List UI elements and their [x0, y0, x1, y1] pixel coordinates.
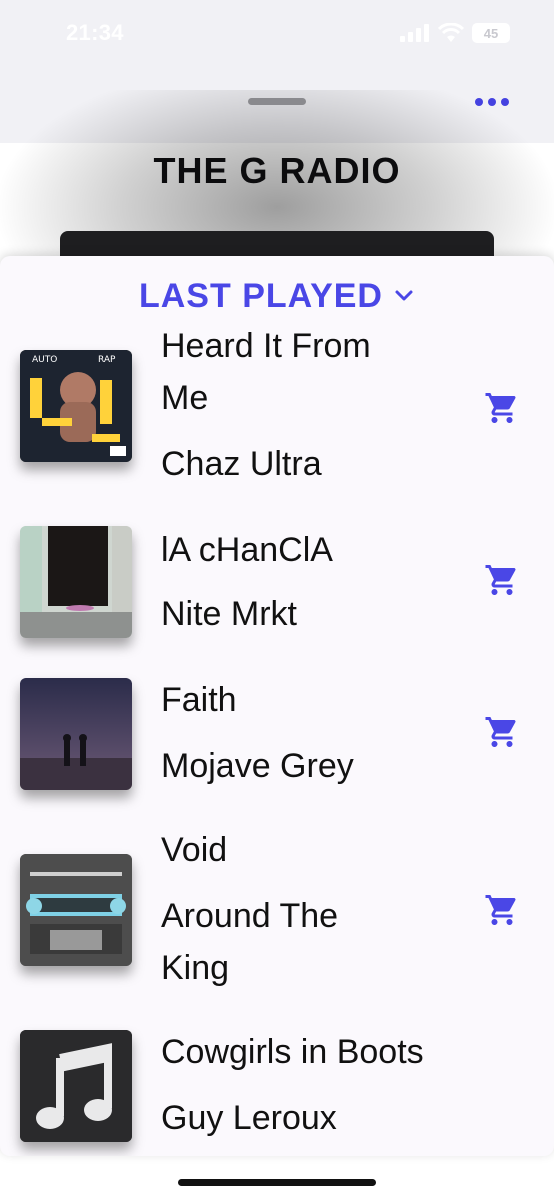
cart-icon[interactable] — [484, 892, 520, 928]
wifi-icon — [438, 23, 464, 42]
cart-icon[interactable] — [484, 562, 520, 598]
more-options-icon[interactable] — [472, 90, 512, 114]
track-title: Cowgirls in Boots — [161, 1033, 424, 1071]
status-time: 21:34 — [66, 20, 124, 45]
cart-icon[interactable] — [484, 390, 520, 426]
track-title: Void — [161, 831, 228, 869]
battery-icon: 45 — [472, 23, 510, 43]
track-artist: Mojave Grey — [161, 747, 354, 785]
cellular-signal-icon — [400, 24, 429, 42]
track-artist: Around The King — [161, 897, 339, 987]
album-cover — [20, 854, 132, 966]
list-item[interactable]: lA cHanClA Nite Mrkt — [0, 520, 554, 640]
status-icons: 45 — [400, 22, 510, 44]
list-item[interactable]: AUTO RAP Heard It From Me Chaz Ultra — [0, 320, 554, 490]
track-title: Faith — [161, 681, 237, 719]
chevron-down-icon — [395, 290, 413, 301]
svg-text:RAP: RAP — [98, 355, 116, 365]
list-item[interactable]: Faith Mojave Grey — [0, 674, 554, 794]
track-artist: Guy Leroux — [161, 1099, 337, 1137]
music-note-icon — [20, 1030, 132, 1142]
track-artist: Chaz Ultra — [161, 445, 322, 483]
station-title: THE G RADIO — [153, 150, 401, 191]
svg-text:AUTO: AUTO — [32, 355, 57, 365]
track-artist: Nite Mrkt — [161, 595, 297, 633]
album-cover: AUTO RAP — [20, 350, 132, 462]
list-item[interactable]: Cowgirls in Boots Guy Leroux — [0, 1026, 554, 1156]
last-played-sheet: LAST PLAYED AUTO RAP Heard It From Me Ch… — [0, 256, 554, 1156]
album-cover — [20, 678, 132, 790]
drag-handle[interactable] — [248, 98, 306, 105]
track-title: Heard It From Me — [161, 327, 371, 417]
list-item[interactable]: Void Around The King — [0, 824, 554, 994]
status-bar: 21:34 45 — [0, 0, 554, 66]
track-title: lA cHanClA — [161, 531, 333, 569]
last-played-dropdown[interactable]: LAST PLAYED — [0, 274, 554, 318]
cart-icon[interactable] — [484, 714, 520, 750]
album-cover — [20, 526, 132, 638]
home-indicator[interactable] — [178, 1179, 376, 1186]
sheet-title: LAST PLAYED — [138, 276, 383, 315]
